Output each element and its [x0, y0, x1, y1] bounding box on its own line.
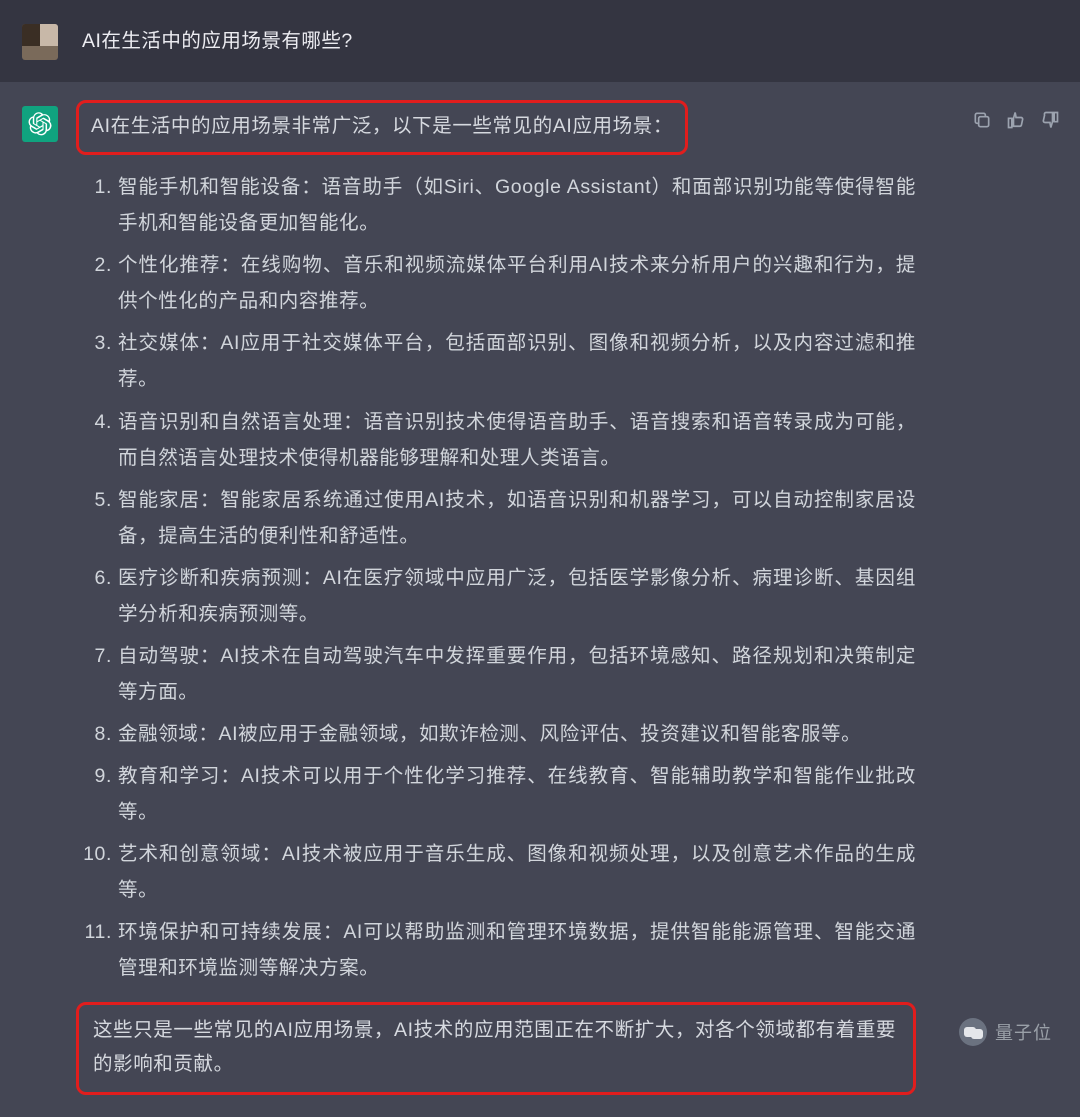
list-item: 环境保护和可持续发展：AI可以帮助监测和管理环境数据，提供智能能源管理、智能交通… [118, 914, 916, 986]
list-item: 语音识别和自然语言处理：语音识别技术使得语音助手、语音搜索和语音转录成为可能，而… [118, 404, 916, 476]
list-item: 个性化推荐：在线购物、音乐和视频流媒体平台利用AI技术来分析用户的兴趣和行为，提… [118, 247, 916, 319]
copy-icon[interactable] [972, 110, 992, 130]
list-item: 教育和学习：AI技术可以用于个性化学习推荐、在线教育、智能辅助教学和智能作业批改… [118, 758, 916, 830]
assistant-avatar [22, 106, 58, 142]
list-item: 金融领域：AI被应用于金融领域，如欺诈检测、风险评估、投资建议和智能客服等。 [118, 716, 916, 752]
assistant-outro-highlight: 这些只是一些常见的AI应用场景，AI技术的应用范围正在不断扩大，对各个领域都有着… [76, 1002, 916, 1094]
assistant-answer-list: 智能手机和智能设备：语音助手（如Siri、Google Assistant）和面… [82, 169, 916, 986]
list-item: 社交媒体：AI应用于社交媒体平台，包括面部识别、图像和视频分析，以及内容过滤和推… [118, 325, 916, 397]
assistant-message-content: AI在生活中的应用场景非常广泛，以下是一些常见的AI应用场景： 智能手机和智能设… [82, 104, 926, 1095]
assistant-message-row: AI在生活中的应用场景非常广泛，以下是一些常见的AI应用场景： 智能手机和智能设… [0, 82, 1080, 1117]
user-message-content: AI在生活中的应用场景有哪些? [82, 22, 926, 60]
list-item: 智能家居：智能家居系统通过使用AI技术，如语音识别和机器学习，可以自动控制家居设… [118, 482, 916, 554]
message-actions [950, 104, 1060, 1095]
list-item: 自动驾驶：AI技术在自动驾驶汽车中发挥重要作用，包括环境感知、路径规划和决策制定… [118, 638, 916, 710]
user-avatar [22, 24, 58, 60]
watermark-text: 量子位 [995, 1019, 1052, 1045]
openai-logo-icon [28, 112, 52, 136]
thumbs-up-icon[interactable] [1006, 110, 1026, 130]
list-item: 智能手机和智能设备：语音助手（如Siri、Google Assistant）和面… [118, 169, 916, 241]
user-message-row: AI在生活中的应用场景有哪些? [0, 0, 1080, 82]
list-item: 医疗诊断和疾病预测：AI在医疗领域中应用广泛，包括医学影像分析、病理诊断、基因组… [118, 560, 916, 632]
thumbs-down-icon[interactable] [1040, 110, 1060, 130]
spacer [950, 22, 1060, 60]
wechat-icon [959, 1018, 987, 1046]
list-item: 艺术和创意领域：AI技术被应用于音乐生成、图像和视频处理，以及创意艺术作品的生成… [118, 836, 916, 908]
assistant-intro-highlight: AI在生活中的应用场景非常广泛，以下是一些常见的AI应用场景： [76, 100, 688, 155]
user-question-text: AI在生活中的应用场景有哪些? [82, 22, 916, 57]
watermark: 量子位 [959, 1018, 1052, 1046]
